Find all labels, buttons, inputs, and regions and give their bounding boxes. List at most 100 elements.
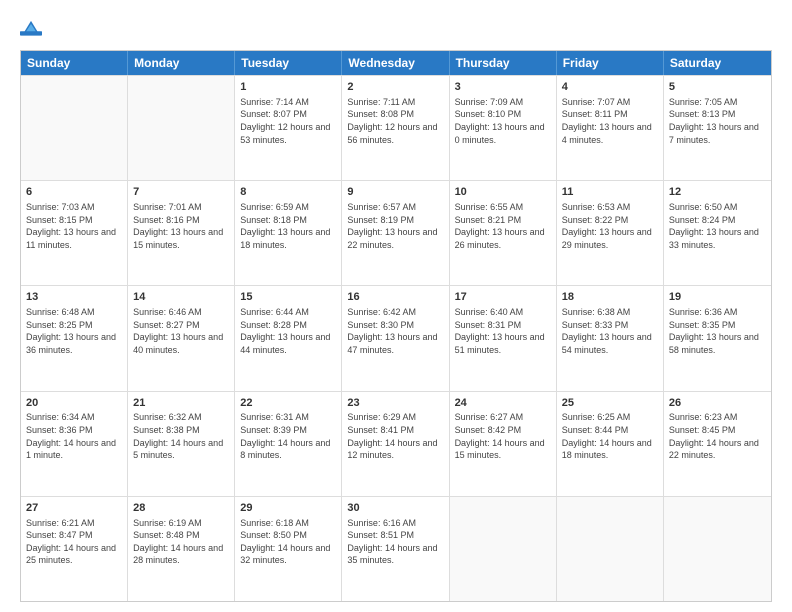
page: SundayMondayTuesdayWednesdayThursdayFrid… xyxy=(0,0,792,612)
calendar-cell: 18Sunrise: 6:38 AM Sunset: 8:33 PM Dayli… xyxy=(557,286,664,390)
calendar-cell: 25Sunrise: 6:25 AM Sunset: 8:44 PM Dayli… xyxy=(557,392,664,496)
day-number: 23 xyxy=(347,396,443,411)
day-info: Sunrise: 6:32 AM Sunset: 8:38 PM Dayligh… xyxy=(133,411,229,461)
day-number: 13 xyxy=(26,290,122,305)
day-number: 10 xyxy=(455,185,551,200)
day-info: Sunrise: 6:19 AM Sunset: 8:48 PM Dayligh… xyxy=(133,517,229,567)
calendar-cell: 9Sunrise: 6:57 AM Sunset: 8:19 PM Daylig… xyxy=(342,181,449,285)
logo xyxy=(20,18,46,40)
day-number: 27 xyxy=(26,501,122,516)
day-number: 5 xyxy=(669,80,766,95)
calendar: SundayMondayTuesdayWednesdayThursdayFrid… xyxy=(20,50,772,602)
calendar-row: 20Sunrise: 6:34 AM Sunset: 8:36 PM Dayli… xyxy=(21,391,771,496)
calendar-cell: 28Sunrise: 6:19 AM Sunset: 8:48 PM Dayli… xyxy=(128,497,235,601)
calendar-cell: 3Sunrise: 7:09 AM Sunset: 8:10 PM Daylig… xyxy=(450,76,557,180)
day-number: 19 xyxy=(669,290,766,305)
calendar-cell xyxy=(557,497,664,601)
day-number: 28 xyxy=(133,501,229,516)
day-info: Sunrise: 6:31 AM Sunset: 8:39 PM Dayligh… xyxy=(240,411,336,461)
day-number: 12 xyxy=(669,185,766,200)
day-number: 22 xyxy=(240,396,336,411)
day-info: Sunrise: 6:40 AM Sunset: 8:31 PM Dayligh… xyxy=(455,306,551,356)
weekday-header: Sunday xyxy=(21,51,128,75)
day-info: Sunrise: 6:57 AM Sunset: 8:19 PM Dayligh… xyxy=(347,201,443,251)
day-info: Sunrise: 6:42 AM Sunset: 8:30 PM Dayligh… xyxy=(347,306,443,356)
calendar-cell: 11Sunrise: 6:53 AM Sunset: 8:22 PM Dayli… xyxy=(557,181,664,285)
header xyxy=(20,18,772,40)
weekday-header: Friday xyxy=(557,51,664,75)
calendar-cell xyxy=(664,497,771,601)
day-info: Sunrise: 7:11 AM Sunset: 8:08 PM Dayligh… xyxy=(347,96,443,146)
day-info: Sunrise: 6:16 AM Sunset: 8:51 PM Dayligh… xyxy=(347,517,443,567)
day-number: 2 xyxy=(347,80,443,95)
day-number: 21 xyxy=(133,396,229,411)
calendar-row: 1Sunrise: 7:14 AM Sunset: 8:07 PM Daylig… xyxy=(21,75,771,180)
day-number: 7 xyxy=(133,185,229,200)
weekday-header: Thursday xyxy=(450,51,557,75)
logo-icon xyxy=(20,18,42,40)
day-number: 25 xyxy=(562,396,658,411)
calendar-row: 13Sunrise: 6:48 AM Sunset: 8:25 PM Dayli… xyxy=(21,285,771,390)
day-info: Sunrise: 6:59 AM Sunset: 8:18 PM Dayligh… xyxy=(240,201,336,251)
calendar-cell: 20Sunrise: 6:34 AM Sunset: 8:36 PM Dayli… xyxy=(21,392,128,496)
calendar-cell xyxy=(450,497,557,601)
calendar-cell: 10Sunrise: 6:55 AM Sunset: 8:21 PM Dayli… xyxy=(450,181,557,285)
calendar-cell: 12Sunrise: 6:50 AM Sunset: 8:24 PM Dayli… xyxy=(664,181,771,285)
day-number: 26 xyxy=(669,396,766,411)
day-info: Sunrise: 6:53 AM Sunset: 8:22 PM Dayligh… xyxy=(562,201,658,251)
calendar-cell: 27Sunrise: 6:21 AM Sunset: 8:47 PM Dayli… xyxy=(21,497,128,601)
day-info: Sunrise: 7:05 AM Sunset: 8:13 PM Dayligh… xyxy=(669,96,766,146)
day-info: Sunrise: 7:14 AM Sunset: 8:07 PM Dayligh… xyxy=(240,96,336,146)
weekday-header: Wednesday xyxy=(342,51,449,75)
calendar-cell: 17Sunrise: 6:40 AM Sunset: 8:31 PM Dayli… xyxy=(450,286,557,390)
calendar-row: 6Sunrise: 7:03 AM Sunset: 8:15 PM Daylig… xyxy=(21,180,771,285)
calendar-cell: 15Sunrise: 6:44 AM Sunset: 8:28 PM Dayli… xyxy=(235,286,342,390)
day-info: Sunrise: 7:07 AM Sunset: 8:11 PM Dayligh… xyxy=(562,96,658,146)
calendar-cell: 1Sunrise: 7:14 AM Sunset: 8:07 PM Daylig… xyxy=(235,76,342,180)
day-number: 9 xyxy=(347,185,443,200)
calendar-cell: 26Sunrise: 6:23 AM Sunset: 8:45 PM Dayli… xyxy=(664,392,771,496)
calendar-cell: 8Sunrise: 6:59 AM Sunset: 8:18 PM Daylig… xyxy=(235,181,342,285)
calendar-cell xyxy=(128,76,235,180)
day-info: Sunrise: 6:29 AM Sunset: 8:41 PM Dayligh… xyxy=(347,411,443,461)
day-number: 1 xyxy=(240,80,336,95)
calendar-cell: 30Sunrise: 6:16 AM Sunset: 8:51 PM Dayli… xyxy=(342,497,449,601)
weekday-header: Tuesday xyxy=(235,51,342,75)
day-number: 18 xyxy=(562,290,658,305)
calendar-cell: 22Sunrise: 6:31 AM Sunset: 8:39 PM Dayli… xyxy=(235,392,342,496)
day-info: Sunrise: 6:18 AM Sunset: 8:50 PM Dayligh… xyxy=(240,517,336,567)
day-info: Sunrise: 6:55 AM Sunset: 8:21 PM Dayligh… xyxy=(455,201,551,251)
calendar-header: SundayMondayTuesdayWednesdayThursdayFrid… xyxy=(21,51,771,75)
day-number: 30 xyxy=(347,501,443,516)
day-number: 15 xyxy=(240,290,336,305)
calendar-body: 1Sunrise: 7:14 AM Sunset: 8:07 PM Daylig… xyxy=(21,75,771,601)
day-info: Sunrise: 7:09 AM Sunset: 8:10 PM Dayligh… xyxy=(455,96,551,146)
day-info: Sunrise: 6:25 AM Sunset: 8:44 PM Dayligh… xyxy=(562,411,658,461)
calendar-row: 27Sunrise: 6:21 AM Sunset: 8:47 PM Dayli… xyxy=(21,496,771,601)
weekday-header: Saturday xyxy=(664,51,771,75)
day-info: Sunrise: 6:46 AM Sunset: 8:27 PM Dayligh… xyxy=(133,306,229,356)
calendar-cell: 23Sunrise: 6:29 AM Sunset: 8:41 PM Dayli… xyxy=(342,392,449,496)
calendar-cell: 29Sunrise: 6:18 AM Sunset: 8:50 PM Dayli… xyxy=(235,497,342,601)
day-number: 6 xyxy=(26,185,122,200)
day-info: Sunrise: 6:23 AM Sunset: 8:45 PM Dayligh… xyxy=(669,411,766,461)
calendar-cell: 2Sunrise: 7:11 AM Sunset: 8:08 PM Daylig… xyxy=(342,76,449,180)
calendar-cell: 5Sunrise: 7:05 AM Sunset: 8:13 PM Daylig… xyxy=(664,76,771,180)
weekday-header: Monday xyxy=(128,51,235,75)
calendar-cell: 4Sunrise: 7:07 AM Sunset: 8:11 PM Daylig… xyxy=(557,76,664,180)
day-number: 20 xyxy=(26,396,122,411)
calendar-cell: 24Sunrise: 6:27 AM Sunset: 8:42 PM Dayli… xyxy=(450,392,557,496)
day-info: Sunrise: 6:50 AM Sunset: 8:24 PM Dayligh… xyxy=(669,201,766,251)
day-number: 14 xyxy=(133,290,229,305)
calendar-cell: 6Sunrise: 7:03 AM Sunset: 8:15 PM Daylig… xyxy=(21,181,128,285)
day-info: Sunrise: 6:21 AM Sunset: 8:47 PM Dayligh… xyxy=(26,517,122,567)
calendar-cell: 14Sunrise: 6:46 AM Sunset: 8:27 PM Dayli… xyxy=(128,286,235,390)
day-number: 8 xyxy=(240,185,336,200)
calendar-cell: 19Sunrise: 6:36 AM Sunset: 8:35 PM Dayli… xyxy=(664,286,771,390)
day-info: Sunrise: 6:38 AM Sunset: 8:33 PM Dayligh… xyxy=(562,306,658,356)
day-number: 11 xyxy=(562,185,658,200)
day-info: Sunrise: 6:27 AM Sunset: 8:42 PM Dayligh… xyxy=(455,411,551,461)
day-info: Sunrise: 7:03 AM Sunset: 8:15 PM Dayligh… xyxy=(26,201,122,251)
day-number: 24 xyxy=(455,396,551,411)
day-number: 16 xyxy=(347,290,443,305)
